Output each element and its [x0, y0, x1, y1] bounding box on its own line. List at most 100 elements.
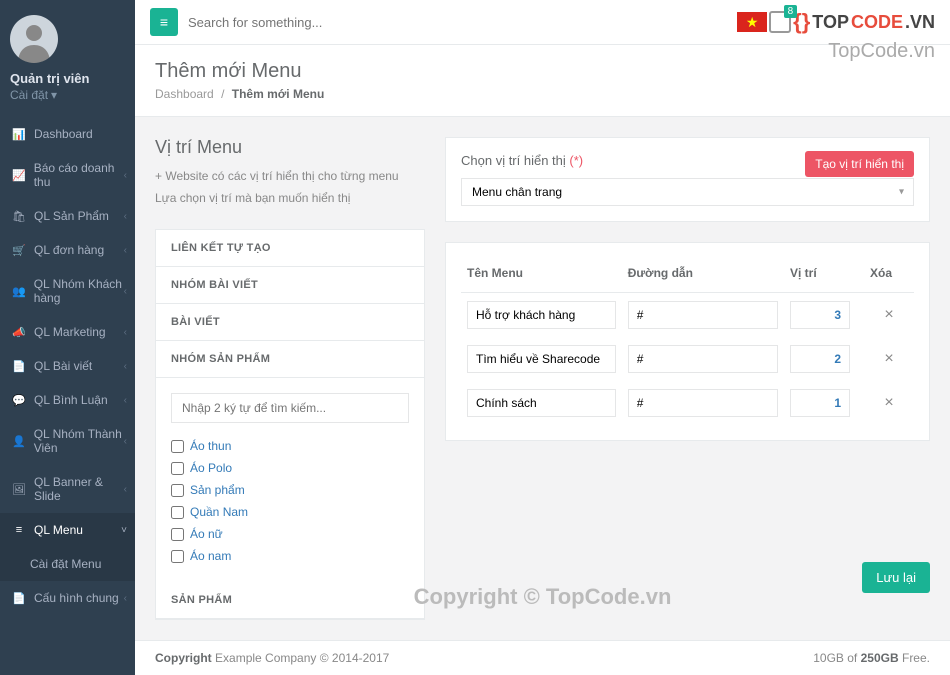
sidebar-item[interactable]: 📊Dashboard	[0, 117, 135, 151]
position-panel: Chọn vị trí hiển thị (*) Tạo vị trí hiển…	[445, 137, 930, 222]
table-header: Tên Menu	[461, 258, 622, 293]
product-link[interactable]: Áo Polo	[190, 461, 232, 475]
nav-list: 📊Dashboard📈Báo cáo doanh thu‹🛍QL Sản Phẩ…	[0, 117, 135, 615]
menu-url-input[interactable]	[628, 345, 778, 373]
nav-label: QL Nhóm Thành Viên	[34, 427, 123, 455]
nav-label: QL Sản Phẩm	[34, 209, 109, 223]
nav-icon: 👥	[12, 285, 26, 298]
create-position-button[interactable]: Tạo vị trí hiển thị	[805, 151, 914, 177]
page-title: Thêm mới Menu	[155, 60, 930, 83]
chevron-icon: ‹	[124, 484, 127, 495]
sidebar-item[interactable]: 📈Báo cáo doanh thu‹	[0, 151, 135, 199]
chevron-icon: ‹	[124, 327, 127, 338]
caret-down-icon: ▾	[51, 88, 57, 102]
product-link[interactable]: Áo thun	[190, 439, 231, 453]
panel-body: Áo thun Áo Polo Sản phẩm Quần Nam Áo nữ Áo na…	[156, 378, 424, 582]
delete-button[interactable]: ×	[864, 337, 914, 381]
product-item: Áo Polo	[171, 457, 409, 479]
accordion-tab[interactable]: NHÓM BÀI VIẾT	[156, 267, 424, 304]
product-link[interactable]: Áo nữ	[190, 527, 223, 541]
sidebar-item[interactable]: 📄Cấu hình chung‹	[0, 581, 135, 615]
menu-name-input[interactable]	[467, 345, 616, 373]
sidebar: Quản trị viên Cài đặt ▾ 📊Dashboard📈Báo c…	[0, 0, 135, 675]
product-item: Áo thun	[171, 435, 409, 457]
nav-label: QL đơn hàng	[34, 243, 104, 257]
product-checkbox[interactable]	[171, 506, 184, 519]
chevron-icon: ‹	[124, 170, 127, 181]
product-search-input[interactable]	[171, 393, 409, 423]
calendar-icon[interactable]: 8	[769, 11, 791, 33]
sidebar-item[interactable]: 💬QL Bình Luận‹	[0, 383, 135, 417]
product-list: Áo thun Áo Polo Sản phẩm Quần Nam Áo nữ Áo na…	[171, 435, 409, 567]
hamburger-button[interactable]: ≡	[150, 8, 178, 36]
breadcrumb-item[interactable]: Dashboard	[155, 87, 214, 101]
table-row: ×	[461, 381, 914, 425]
menu-url-input[interactable]	[628, 301, 778, 329]
breadcrumb: Dashboard / Thêm mới Menu	[155, 87, 930, 101]
product-link[interactable]: Quần Nam	[190, 505, 248, 519]
sidebar-item[interactable]: 🖼 QL Banner & Slide‹	[0, 465, 135, 513]
search-input[interactable]	[188, 15, 727, 30]
table-header: Đường dẫn	[622, 258, 784, 293]
chevron-icon: ‹	[124, 436, 127, 447]
flag-icon[interactable]: ★	[737, 12, 767, 32]
menu-pos-input[interactable]	[790, 389, 850, 417]
nav-icon: 📣	[12, 326, 26, 339]
table-row: ×	[461, 337, 914, 381]
sidebar-item[interactable]: 📄QL Bài viết‹	[0, 349, 135, 383]
section-desc-2: Lựa chọn vị trí mà bạn muốn hiển thị	[155, 188, 425, 210]
chevron-icon: ‹	[124, 245, 127, 256]
accordion-tab-footer[interactable]: SẢN PHẨM	[156, 582, 424, 619]
product-checkbox[interactable]	[171, 528, 184, 541]
product-item: Sản phẩm	[171, 479, 409, 501]
menu-url-input[interactable]	[628, 389, 778, 417]
left-column: Vị trí Menu + Website có các vị trí hiển…	[155, 137, 425, 620]
sidebar-item[interactable]: 🛒 QL đơn hàng ‹	[0, 233, 135, 267]
nav-label: QL Bài viết	[34, 359, 92, 373]
nav-icon: 🖼	[12, 483, 26, 496]
product-checkbox[interactable]	[171, 440, 184, 453]
nav-icon: 💬	[12, 394, 26, 407]
accordion-tab[interactable]: LIÊN KẾT TỰ TẠO	[156, 230, 424, 267]
save-button[interactable]: Lưu lại	[862, 562, 930, 593]
product-checkbox[interactable]	[171, 462, 184, 475]
nav-label: Cấu hình chung	[34, 591, 119, 605]
breadcrumb-current: Thêm mới Menu	[232, 87, 325, 101]
nav-icon: ≡	[12, 524, 26, 536]
logo: {} TOPCODE.VN	[793, 9, 935, 35]
sidebar-sub-item[interactable]: Cài đặt Menu	[0, 547, 135, 581]
chevron-icon: ‹	[124, 211, 127, 222]
footer-left: Copyright Example Company © 2014-2017	[155, 651, 389, 665]
sidebar-item[interactable]: 📣QL Marketing‹	[0, 315, 135, 349]
menu-name-input[interactable]	[467, 301, 616, 329]
sidebar-item[interactable]: 👥QL Nhóm Khách hàng‹	[0, 267, 135, 315]
delete-button[interactable]: ×	[864, 293, 914, 338]
table-header: Vị trí	[784, 258, 864, 293]
chevron-icon: ‹	[124, 593, 127, 604]
accordion-tab[interactable]: NHÓM SẢN PHẨM	[156, 341, 424, 378]
delete-button[interactable]: ×	[864, 381, 914, 425]
accordion-panel: LIÊN KẾT TỰ TẠONHÓM BÀI VIẾTBÀI VIẾTNHÓM…	[155, 229, 425, 620]
menu-table-panel: Tên MenuĐường dẫnVị tríXóa × × ×	[445, 242, 930, 441]
profile-block: Quản trị viên Cài đặt ▾	[0, 0, 135, 117]
nav-icon: 🛒	[12, 244, 26, 257]
nav-label: QL Banner & Slide	[34, 475, 123, 503]
sidebar-item[interactable]: ≡QL Menu˅	[0, 513, 135, 547]
accordion-tab[interactable]: BÀI VIẾT	[156, 304, 424, 341]
admin-sub[interactable]: Cài đặt ▾	[10, 88, 125, 102]
avatar[interactable]	[10, 15, 58, 63]
chevron-icon: ‹	[124, 286, 127, 297]
sidebar-item[interactable]: 👤QL Nhóm Thành Viên‹	[0, 417, 135, 465]
nav-icon: 📈	[12, 169, 26, 182]
sidebar-item[interactable]: 🛍QL Sản Phẩm‹	[0, 199, 135, 233]
section-desc-1: + Website có các vị trí hiển thị cho từn…	[155, 166, 425, 188]
position-select[interactable]: Menu chân trang	[461, 178, 914, 206]
product-link[interactable]: Sản phẩm	[190, 483, 245, 497]
menu-table: Tên MenuĐường dẫnVị tríXóa × × ×	[461, 258, 914, 425]
menu-name-input[interactable]	[467, 389, 616, 417]
product-checkbox[interactable]	[171, 484, 184, 497]
product-checkbox[interactable]	[171, 550, 184, 563]
menu-pos-input[interactable]	[790, 301, 850, 329]
menu-pos-input[interactable]	[790, 345, 850, 373]
product-link[interactable]: Áo nam	[190, 549, 231, 563]
